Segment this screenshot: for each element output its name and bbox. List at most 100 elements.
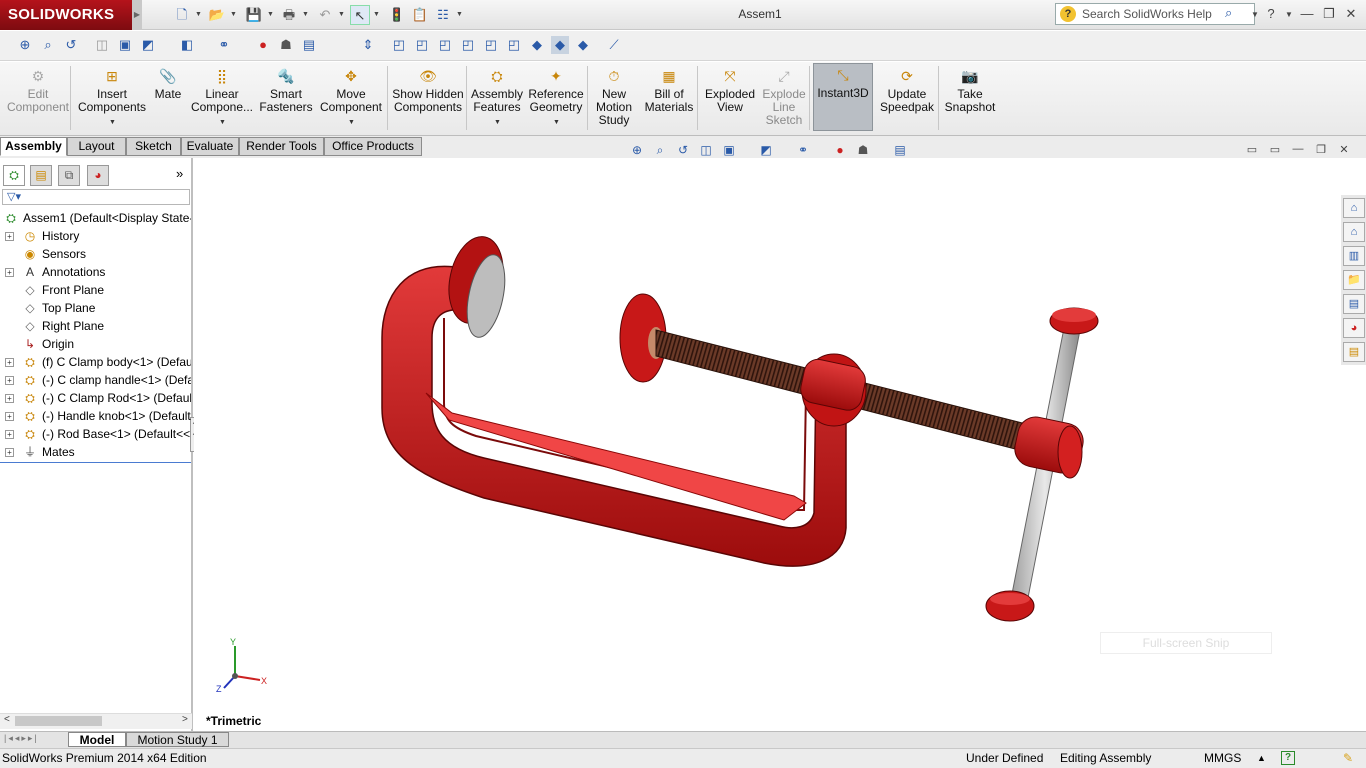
scroll-right-icon[interactable]: > <box>182 714 188 725</box>
tree-item[interactable]: + ⛭ (-) Handle knob<1> (Default <box>0 407 191 425</box>
chevron-down-icon[interactable]: ▼ <box>373 5 381 25</box>
search-icon[interactable]: ⌕ <box>1225 5 1232 21</box>
open-folder-icon[interactable]: 📂 <box>207 5 227 25</box>
solidworks-resources-icon[interactable]: ⌂ <box>1343 198 1365 218</box>
chevron-down-icon[interactable]: ▼ <box>109 119 116 126</box>
zoom-to-fit-icon[interactable]: ⊕ <box>628 142 646 158</box>
expand-icon[interactable]: + <box>5 412 14 421</box>
close-icon[interactable]: ✕ <box>1342 6 1360 22</box>
take-snapshot-button[interactable]: 📷 Take Snapshot <box>941 65 999 114</box>
file-explorer-icon[interactable]: 📁 <box>1343 270 1365 290</box>
tree-item[interactable]: + ⛭ (-) Rod Base<1> (Default<<I <box>0 425 191 443</box>
zoom-to-area-icon[interactable]: ⌕ <box>651 142 669 158</box>
scene-icon[interactable]: ☗ <box>854 142 872 158</box>
chevron-down-icon[interactable]: ▼ <box>338 5 346 25</box>
tile-icon[interactable]: ▭ <box>1243 143 1261 156</box>
tree-item[interactable]: + ⛭ (-) C clamp handle<1> (Defa <box>0 371 191 389</box>
tab-model[interactable]: Model <box>68 732 126 747</box>
back-view-icon[interactable]: ◰ <box>413 36 431 54</box>
chevron-up-icon[interactable]: ▲ <box>1257 749 1266 767</box>
tab-layout[interactable]: Layout <box>67 137 126 156</box>
move-icon[interactable]: ⇕ <box>359 36 377 54</box>
display-style-icon[interactable]: ◩ <box>139 36 157 54</box>
reference-geometry-button[interactable]: ✦ Reference Geometry <box>526 65 586 114</box>
chevron-down-icon[interactable]: ▼ <box>456 5 464 25</box>
show-hidden-components-button[interactable]: 👁 Show Hidden Components <box>390 65 466 114</box>
select-cursor-icon[interactable]: ↖ <box>350 5 370 25</box>
save-icon[interactable]: 💾 <box>244 5 264 25</box>
close-icon[interactable]: ✕ <box>1335 143 1353 156</box>
tab-evaluate[interactable]: Evaluate <box>181 137 239 156</box>
tab-sketch[interactable]: Sketch <box>126 137 181 156</box>
options-icon[interactable]: ☷ <box>433 5 453 25</box>
restore-icon[interactable]: ❐ <box>1312 143 1330 156</box>
view-settings-icon[interactable]: ▤ <box>300 36 318 54</box>
tree-item[interactable]: ↳ Origin <box>0 335 191 353</box>
expand-icon[interactable]: + <box>5 268 14 277</box>
assembly-features-button[interactable]: ⛭ Assembly Features <box>470 65 524 114</box>
explode-line-sketch-button[interactable]: ⤢ Explode Line Sketch <box>762 65 806 127</box>
tab-assembly[interactable]: Assembly <box>0 137 67 156</box>
menu-expand-icon[interactable]: ▶ <box>132 0 142 30</box>
units-selector[interactable]: MMGS <box>1204 749 1241 767</box>
minimize-icon[interactable]: — <box>1289 143 1307 155</box>
section-view-icon[interactable]: ◫ <box>697 142 715 158</box>
undo-icon[interactable]: ↶ <box>315 5 335 25</box>
c-clamp-model[interactable] <box>194 158 1341 708</box>
expand-icon[interactable]: + <box>5 394 14 403</box>
bill-of-materials-button[interactable]: ▦ Bill of Materials <box>642 65 696 114</box>
tree-item[interactable]: + ◷ History <box>0 227 191 245</box>
hide-show-icon[interactable]: ◧ <box>178 36 196 54</box>
exploded-view-button[interactable]: ⤧ Exploded View <box>700 65 760 114</box>
tab-scroll-arrows[interactable]: |◂◂▸▸| <box>4 733 39 744</box>
view-orientation-icon[interactable]: ▣ <box>720 142 738 158</box>
minimize-icon[interactable]: — <box>1298 6 1316 21</box>
view-settings-icon[interactable]: ▤ <box>891 142 909 158</box>
expand-icon[interactable]: + <box>5 430 14 439</box>
scrollbar-thumb[interactable] <box>15 716 102 726</box>
tree-item[interactable]: + ⛭ (f) C Clamp body<1> (Defau <box>0 353 191 371</box>
chevron-down-icon[interactable]: ▼ <box>494 119 501 126</box>
update-speedpak-button[interactable]: ⟳ Update Speedpak <box>876 65 938 114</box>
insert-components-button[interactable]: ⊞ Insert Components <box>76 65 148 114</box>
design-library-icon[interactable]: ▥ <box>1343 246 1365 266</box>
expand-icon[interactable]: + <box>5 448 14 457</box>
linear-compone-button[interactable]: ⣿ Linear Compone... <box>190 65 254 114</box>
help-icon[interactable]: ? <box>1281 751 1295 765</box>
previous-view-icon[interactable]: ↺ <box>674 142 692 158</box>
expand-icon[interactable]: + <box>5 232 14 241</box>
display-style-icon[interactable]: ◩ <box>757 142 775 158</box>
view-orientation-icon[interactable]: ▣ <box>116 36 134 54</box>
edit-appearance-icon[interactable]: ⚭ <box>215 36 233 54</box>
chevron-down-icon[interactable]: ▼ <box>195 5 203 25</box>
expand-panel-icon[interactable]: » <box>176 166 183 181</box>
tree-root[interactable]: ⛭ Assem1 (Default<Display State- <box>0 209 191 227</box>
hide-show-icon[interactable]: ⚭ <box>794 142 812 158</box>
expand-icon[interactable]: + <box>5 358 14 367</box>
appearance-icon[interactable]: ● <box>831 142 849 158</box>
smart-fasteners-button[interactable]: 🔩 Smart Fasteners <box>256 65 316 114</box>
scroll-left-icon[interactable]: < <box>4 714 10 725</box>
help-icon[interactable]: ? <box>1262 6 1280 21</box>
dimetric-view-icon[interactable]: ◆ <box>574 36 592 54</box>
tree-filter[interactable]: ▽▾ <box>2 189 190 205</box>
scene-icon[interactable]: ☗ <box>277 36 295 54</box>
normal-to-icon[interactable]: ⟋ <box>605 36 623 54</box>
zoom-to-area-icon[interactable]: ⌕ <box>39 36 57 54</box>
tile-icon[interactable]: ▭ <box>1266 143 1284 156</box>
property-manager-tab-icon[interactable]: ▤ <box>30 165 52 186</box>
tree-item[interactable]: ◇ Right Plane <box>0 317 191 335</box>
section-view-icon[interactable]: ◫ <box>93 36 111 54</box>
tree-item[interactable]: + ⛭ (-) C Clamp Rod<1> (Defaul <box>0 389 191 407</box>
rollback-bar[interactable] <box>0 462 191 463</box>
tree-item[interactable]: ◇ Top Plane <box>0 299 191 317</box>
move-component-button[interactable]: ✥ Move Component <box>318 65 384 114</box>
chevron-down-icon[interactable]: ▼ <box>1280 10 1298 19</box>
new-motion-study-button[interactable]: ⏱ New Motion Study <box>590 65 638 127</box>
isometric-view-icon[interactable]: ◆ <box>528 36 546 54</box>
appearance-icon[interactable]: ● <box>254 36 272 54</box>
chevron-down-icon[interactable]: ▼ <box>219 119 226 126</box>
rebuild-icon[interactable]: 🚦 <box>387 5 407 25</box>
chevron-down-icon[interactable]: ▼ <box>553 119 560 126</box>
trimetric-view-icon[interactable]: ◆ <box>551 36 569 54</box>
